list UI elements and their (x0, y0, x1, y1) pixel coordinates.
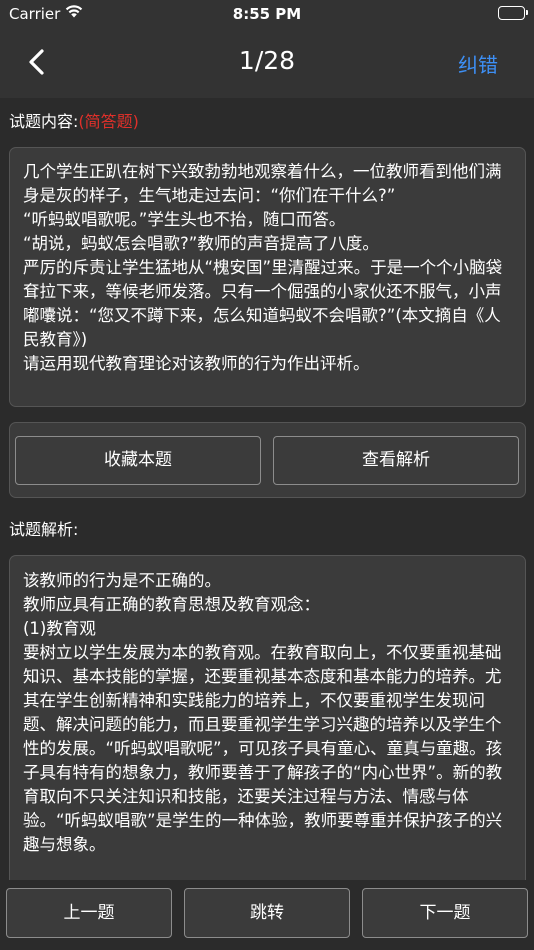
status-time: 8:55 PM (232, 5, 302, 23)
question-panel: 几个学生正趴在树下兴致勃勃地观察着什么，一位教师看到他们满身是灰的样子，生气地走… (9, 147, 526, 407)
page-title: 1/28 (238, 46, 296, 75)
favorite-button[interactable]: 收藏本题 (15, 436, 261, 485)
analysis-text: 该教师的行为是不正确的。 教师应具有正确的教育思想及教育观念： (1)教育观 要… (23, 571, 503, 854)
previous-question-button[interactable]: 上一题 (6, 888, 172, 938)
action-panel: 收藏本题 查看解析 (9, 422, 526, 498)
question-label: 试题内容: (9, 112, 79, 131)
battery-icon (498, 6, 528, 20)
jump-button[interactable]: 跳转 (184, 888, 350, 938)
analysis-header: 试题解析: (9, 516, 78, 540)
analysis-panel[interactable]: 该教师的行为是不正确的。 教师应具有正确的教育思想及教育观念： (1)教育观 要… (9, 555, 526, 880)
bottom-toolbar: 上一题 跳转 下一题 (0, 880, 534, 950)
analysis-label: 试题解析: (9, 520, 79, 539)
question-text: 几个学生正趴在树下兴致勃勃地观察着什么，一位教师看到他们满身是灰的样子，生气地走… (23, 162, 503, 373)
navigation-bar: 1/28 纠错 (0, 28, 534, 98)
report-error-button[interactable]: 纠错 (458, 49, 498, 78)
question-header: 试题内容:(简答题) (9, 108, 139, 132)
view-analysis-button[interactable]: 查看解析 (273, 436, 519, 485)
next-question-button[interactable]: 下一题 (362, 888, 528, 938)
status-bar: Carrier 8:55 PM (0, 0, 534, 28)
question-type: (简答题) (78, 112, 139, 131)
